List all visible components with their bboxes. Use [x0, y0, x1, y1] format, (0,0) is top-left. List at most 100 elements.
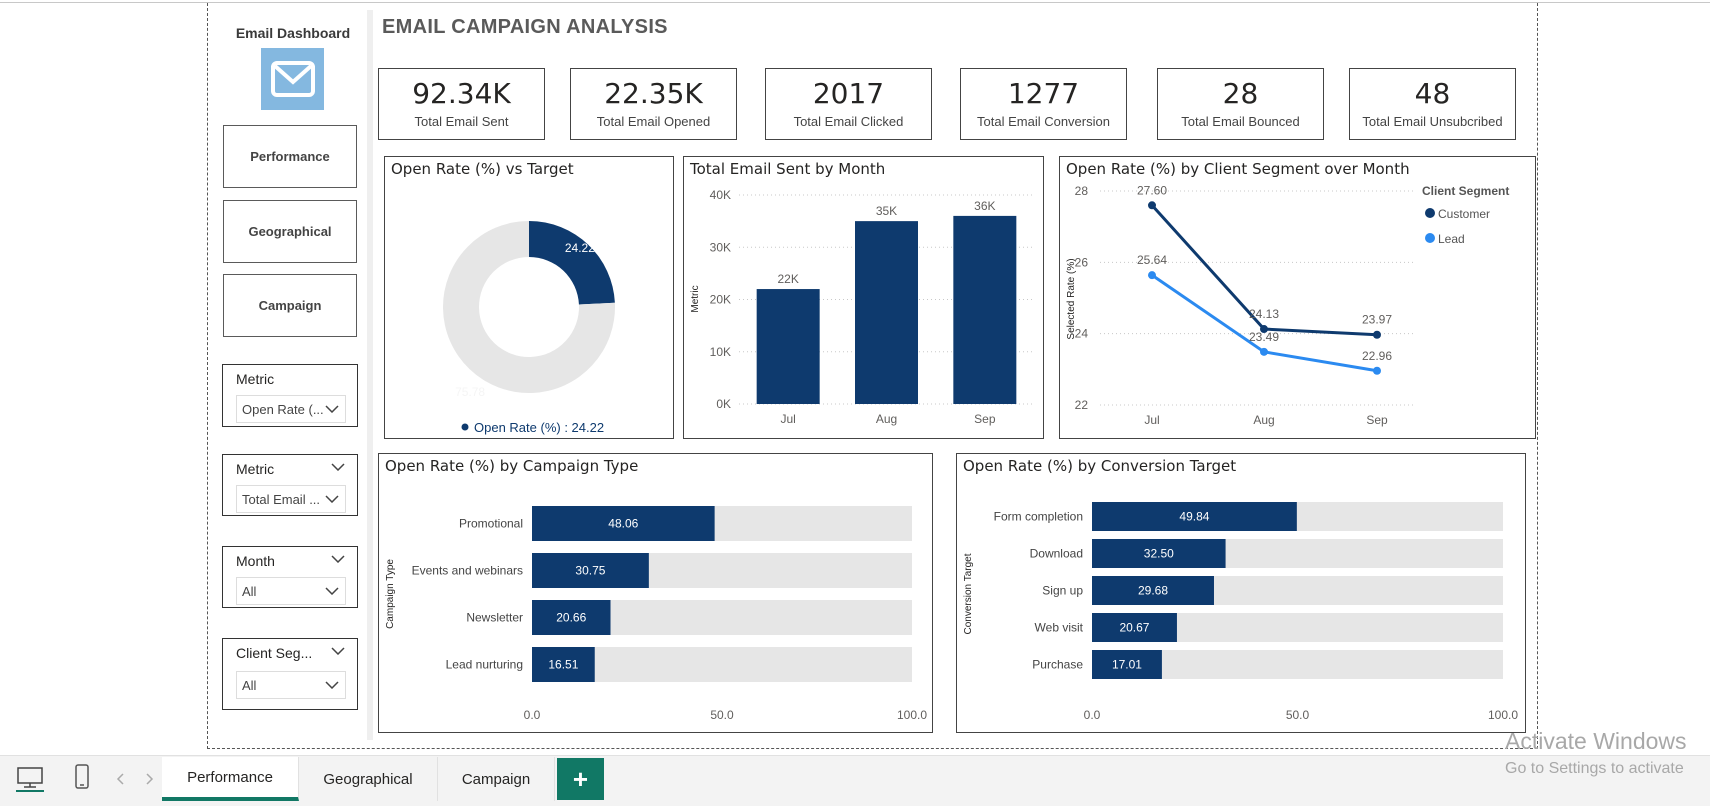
x-tick-label: 100.0	[1488, 708, 1518, 722]
legend-label: Lead	[1438, 232, 1465, 246]
x-tick-label: Jul	[780, 412, 795, 426]
data-label: 24.13	[1249, 307, 1279, 321]
data-point	[1148, 271, 1156, 280]
data-label: 23.97	[1362, 313, 1392, 327]
legend-dot	[461, 423, 469, 431]
kpi-label: Total Email Clicked	[793, 114, 904, 129]
sidebar-title: Email Dashboard	[235, 25, 351, 41]
mobile-view-icon[interactable]	[74, 764, 90, 795]
chevron-down-icon	[325, 405, 339, 413]
tab-campaign[interactable]: Campaign	[438, 757, 555, 801]
data-label: 49.84	[1179, 510, 1209, 524]
series-line	[1151, 273, 1378, 373]
kpi-value: 22.35K	[604, 77, 703, 110]
bar	[855, 221, 918, 404]
tab-geographical[interactable]: Geographical	[299, 757, 438, 801]
x-tick-label: Jul	[1144, 413, 1159, 427]
chevron-down-icon[interactable]	[331, 555, 345, 563]
desktop-view-icon[interactable]	[16, 766, 44, 797]
x-tick-label: 0.0	[524, 708, 541, 722]
bar-chart-panel: Total Email Sent by Month 0K 10K 20K 30K 40K…	[683, 156, 1044, 439]
kpi-card: 22.35K Total Email Opened	[570, 68, 737, 140]
client-segment-slicer: Client Seg... All	[222, 638, 358, 710]
y-tick-label: 22	[1075, 398, 1089, 412]
x-tick-label: 50.0	[1286, 708, 1310, 722]
data-point	[1373, 366, 1381, 375]
kpi-card: 92.34K Total Email Sent	[378, 68, 545, 140]
x-tick-label: Sep	[974, 412, 996, 426]
category-label: Form completion	[994, 510, 1083, 524]
chevron-down-icon	[325, 495, 339, 503]
kpi-value: 92.34K	[412, 77, 511, 110]
tab-performance[interactable]: Performance	[162, 757, 299, 801]
data-label: 29.68	[1138, 584, 1168, 598]
category-label: Newsletter	[466, 611, 523, 625]
donut-chart: 24.22 75.78 Open Rate (%) : 24.22	[443, 221, 615, 435]
legend-dot	[1425, 208, 1435, 218]
kpi-value: 1277	[1007, 77, 1080, 110]
activate-windows-subtext: Go to Settings to activate	[1505, 760, 1684, 777]
metric-dropdown-1[interactable]: Open Rate (...	[236, 395, 346, 423]
data-label: 22.96	[1362, 349, 1392, 363]
nav-campaign-button[interactable]: Campaign	[223, 274, 357, 337]
kpi-value: 48	[1414, 77, 1451, 110]
nav-geographical-button[interactable]: Geographical	[223, 200, 357, 263]
kpi-card: 1277 Total Email Conversion	[960, 68, 1127, 140]
data-label: 23.49	[1249, 330, 1279, 344]
x-tick-label: Sep	[1366, 413, 1388, 427]
kpi-card: 28 Total Email Bounced	[1157, 68, 1324, 140]
y-tick-label: 40K	[710, 188, 731, 202]
kpi-label: Total Email Bounced	[1181, 114, 1300, 129]
category-label: Lead nurturing	[446, 658, 523, 672]
bar	[756, 289, 820, 404]
line-chart-panel: Open Rate (%) by Client Segment over Mon…	[1059, 156, 1536, 439]
chevron-down-icon[interactable]	[331, 647, 345, 655]
legend-label: Customer	[1438, 207, 1490, 221]
kpi-value: 2017	[812, 77, 885, 110]
nav-performance-button[interactable]: Performance	[223, 125, 357, 188]
data-point	[1148, 201, 1156, 210]
slicer-label: Month	[236, 553, 275, 569]
y-tick-label: 10K	[710, 345, 731, 359]
page-title: EMAIL CAMPAIGN ANALYSIS	[382, 16, 668, 38]
chart-title: Open Rate (%) by Conversion Target	[963, 457, 1237, 475]
category-label: Sign up	[1042, 584, 1083, 598]
mail-icon	[261, 48, 324, 110]
y-axis-label: Metric	[690, 285, 701, 312]
y-tick-label: 20K	[710, 293, 731, 307]
kpi-value: 28	[1222, 77, 1259, 110]
data-label: 30.75	[575, 564, 605, 578]
category-label: Purchase	[1032, 658, 1083, 672]
client-segment-dropdown[interactable]: All	[236, 671, 346, 699]
y-tick-label: 28	[1075, 184, 1089, 198]
add-page-button[interactable]: +	[557, 758, 604, 800]
chart-title: Open Rate (%) by Campaign Type	[385, 457, 639, 475]
x-tick-label: Aug	[876, 412, 897, 426]
y-axis-label: Campaign Type	[385, 559, 396, 629]
y-tick-label: 30K	[710, 240, 731, 254]
data-label: 27.60	[1137, 183, 1167, 197]
legend-dot	[1425, 233, 1435, 243]
chevron-left-icon[interactable]	[116, 772, 126, 790]
dropdown-value: Total Email ...	[242, 492, 321, 507]
kpi-label: Total Email Sent	[414, 114, 509, 129]
x-tick-label: 100.0	[897, 708, 927, 722]
month-dropdown[interactable]: All	[236, 577, 346, 605]
x-tick-label: Aug	[1253, 413, 1274, 427]
data-label: 25.64	[1137, 253, 1167, 267]
chevron-down-icon[interactable]	[331, 463, 345, 471]
legend-title: Client Segment	[1422, 184, 1509, 198]
category-label: Download	[1030, 547, 1083, 561]
activate-windows-watermark: Activate Windows	[1505, 728, 1687, 754]
kpi-card: 48 Total Email Unsubcribed	[1349, 68, 1516, 140]
slicer-label: Client Seg...	[236, 645, 313, 661]
dropdown-value: All	[242, 678, 257, 693]
campaign-type-panel: Open Rate (%) by Campaign Type Campaign …	[378, 453, 933, 733]
data-label: 20.66	[556, 611, 586, 625]
chevron-right-icon[interactable]	[144, 772, 154, 790]
slice-label: 24.22	[565, 241, 595, 255]
donut-chart-panel: Open Rate (%) vs Target 24.22 75.78 Open R…	[384, 156, 674, 439]
y-tick-label: 0K	[716, 397, 731, 411]
metric-slicer-2: Metric Total Email ...	[222, 454, 358, 516]
metric-dropdown-2[interactable]: Total Email ...	[236, 485, 346, 513]
